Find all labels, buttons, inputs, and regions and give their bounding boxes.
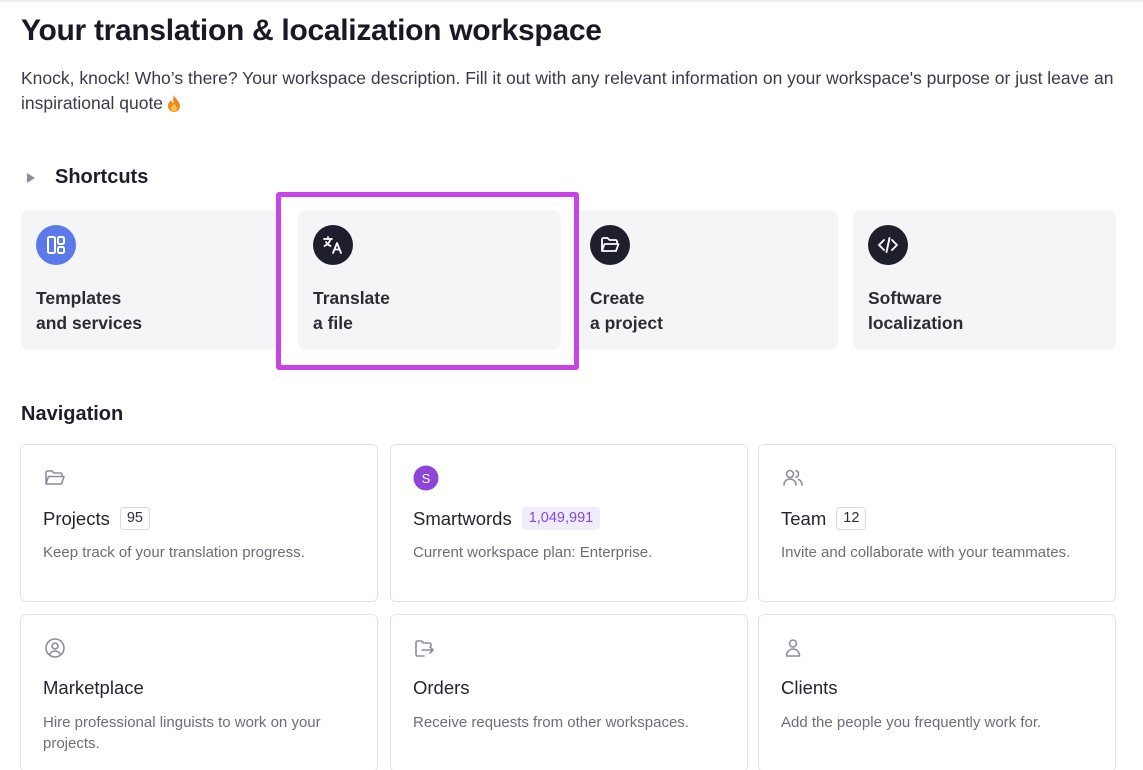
nav-card-title: Marketplace — [43, 677, 144, 698]
shortcut-label-line1: Software — [868, 288, 942, 308]
smartwords-count-badge: 1,049,991 — [521, 507, 601, 530]
nav-card-header: Projects 95 — [43, 507, 150, 530]
workspace-description: Knock, knock! Who’s there? Your workspac… — [21, 66, 1121, 116]
nav-card-header: Team 12 — [781, 507, 867, 530]
nav-card-marketplace[interactable]: Marketplace Hire professional linguists … — [20, 614, 378, 770]
nav-card-title: Clients — [781, 677, 838, 698]
nav-card-projects[interactable]: Projects 95 Keep track of your translati… — [20, 444, 378, 602]
nav-card-title: Projects — [43, 507, 110, 529]
nav-card-title: Team — [781, 507, 827, 529]
nav-card-description: Add the people you frequently work for. — [781, 714, 1042, 731]
shortcut-label-line2: a project — [590, 313, 663, 333]
nav-card-header: Clients — [781, 677, 838, 699]
marketplace-icon — [45, 638, 65, 658]
shortcut-software-localization[interactable]: Software localization — [853, 210, 1116, 350]
nav-card-header: Orders — [413, 677, 470, 699]
shortcut-label-line1: Translate — [313, 288, 390, 308]
shortcut-label-line2: localization — [868, 313, 964, 333]
nav-card-description: Hire professional linguists to work on y… — [43, 714, 321, 752]
shortcut-label-line2: a file — [313, 313, 353, 333]
shortcut-label: Translate a file — [313, 286, 390, 336]
page-title: Your translation & localization workspac… — [21, 14, 602, 47]
nav-card-orders[interactable]: Orders Receive requests from other works… — [390, 614, 748, 770]
orders-icon — [415, 640, 434, 657]
count-badge: 95 — [119, 507, 150, 530]
folder-icon — [45, 470, 65, 485]
nav-card-smartwords[interactable]: S Smartwords 1,049,991 Current workspace… — [390, 444, 748, 602]
shortcuts-title: Shortcuts — [55, 166, 149, 188]
templates-icon — [36, 225, 76, 265]
shortcut-create-a-project[interactable]: Create a project — [575, 210, 838, 350]
folder-open-icon — [590, 225, 630, 265]
nav-card-title: Smartwords — [413, 507, 512, 529]
navigation-title: Navigation — [21, 403, 124, 425]
shortcut-translate-a-file[interactable]: Translate a file — [298, 210, 561, 350]
shortcuts-header[interactable]: Shortcuts — [21, 166, 148, 189]
translate-icon — [313, 225, 353, 265]
team-icon — [783, 469, 803, 486]
top-divider — [0, 0, 1143, 2]
shortcut-label-line1: Templates — [36, 288, 122, 308]
caret-right-icon[interactable] — [27, 172, 35, 183]
clients-icon — [785, 639, 801, 657]
code-icon — [868, 225, 908, 265]
nav-card-description: Invite and collaborate with your teammat… — [781, 544, 1071, 561]
nav-card-header: Marketplace — [43, 677, 144, 699]
shortcut-templates-and-services[interactable]: Templates and services — [21, 210, 283, 350]
nav-card-title: Orders — [413, 677, 470, 698]
shortcut-label: Create a project — [590, 286, 663, 336]
workspace-description-text: Knock, knock! Who’s there? Your workspac… — [21, 68, 1114, 113]
nav-card-team[interactable]: Team 12 Invite and collaborate with your… — [758, 444, 1116, 602]
nav-card-description: Receive requests from other workspaces. — [413, 714, 689, 731]
shortcut-label: Templates and services — [36, 286, 142, 336]
smartwords-icon: S — [413, 465, 439, 491]
fire-icon — [168, 95, 181, 112]
count-badge: 12 — [836, 507, 867, 530]
workspace-page: Your translation & localization workspac… — [0, 0, 1143, 770]
nav-card-clients[interactable]: Clients Add the people you frequently wo… — [758, 614, 1116, 770]
shortcut-label-line2: and services — [36, 313, 143, 333]
nav-card-description: Current workspace plan: Enterprise. — [413, 544, 653, 561]
shortcut-label: Software localization — [868, 286, 963, 336]
nav-card-header: Smartwords 1,049,991 — [413, 507, 601, 530]
smartwords-icon-letter: S — [422, 471, 431, 486]
shortcut-label-line1: Create — [590, 288, 645, 308]
nav-card-description: Keep track of your translation progress. — [43, 544, 305, 561]
